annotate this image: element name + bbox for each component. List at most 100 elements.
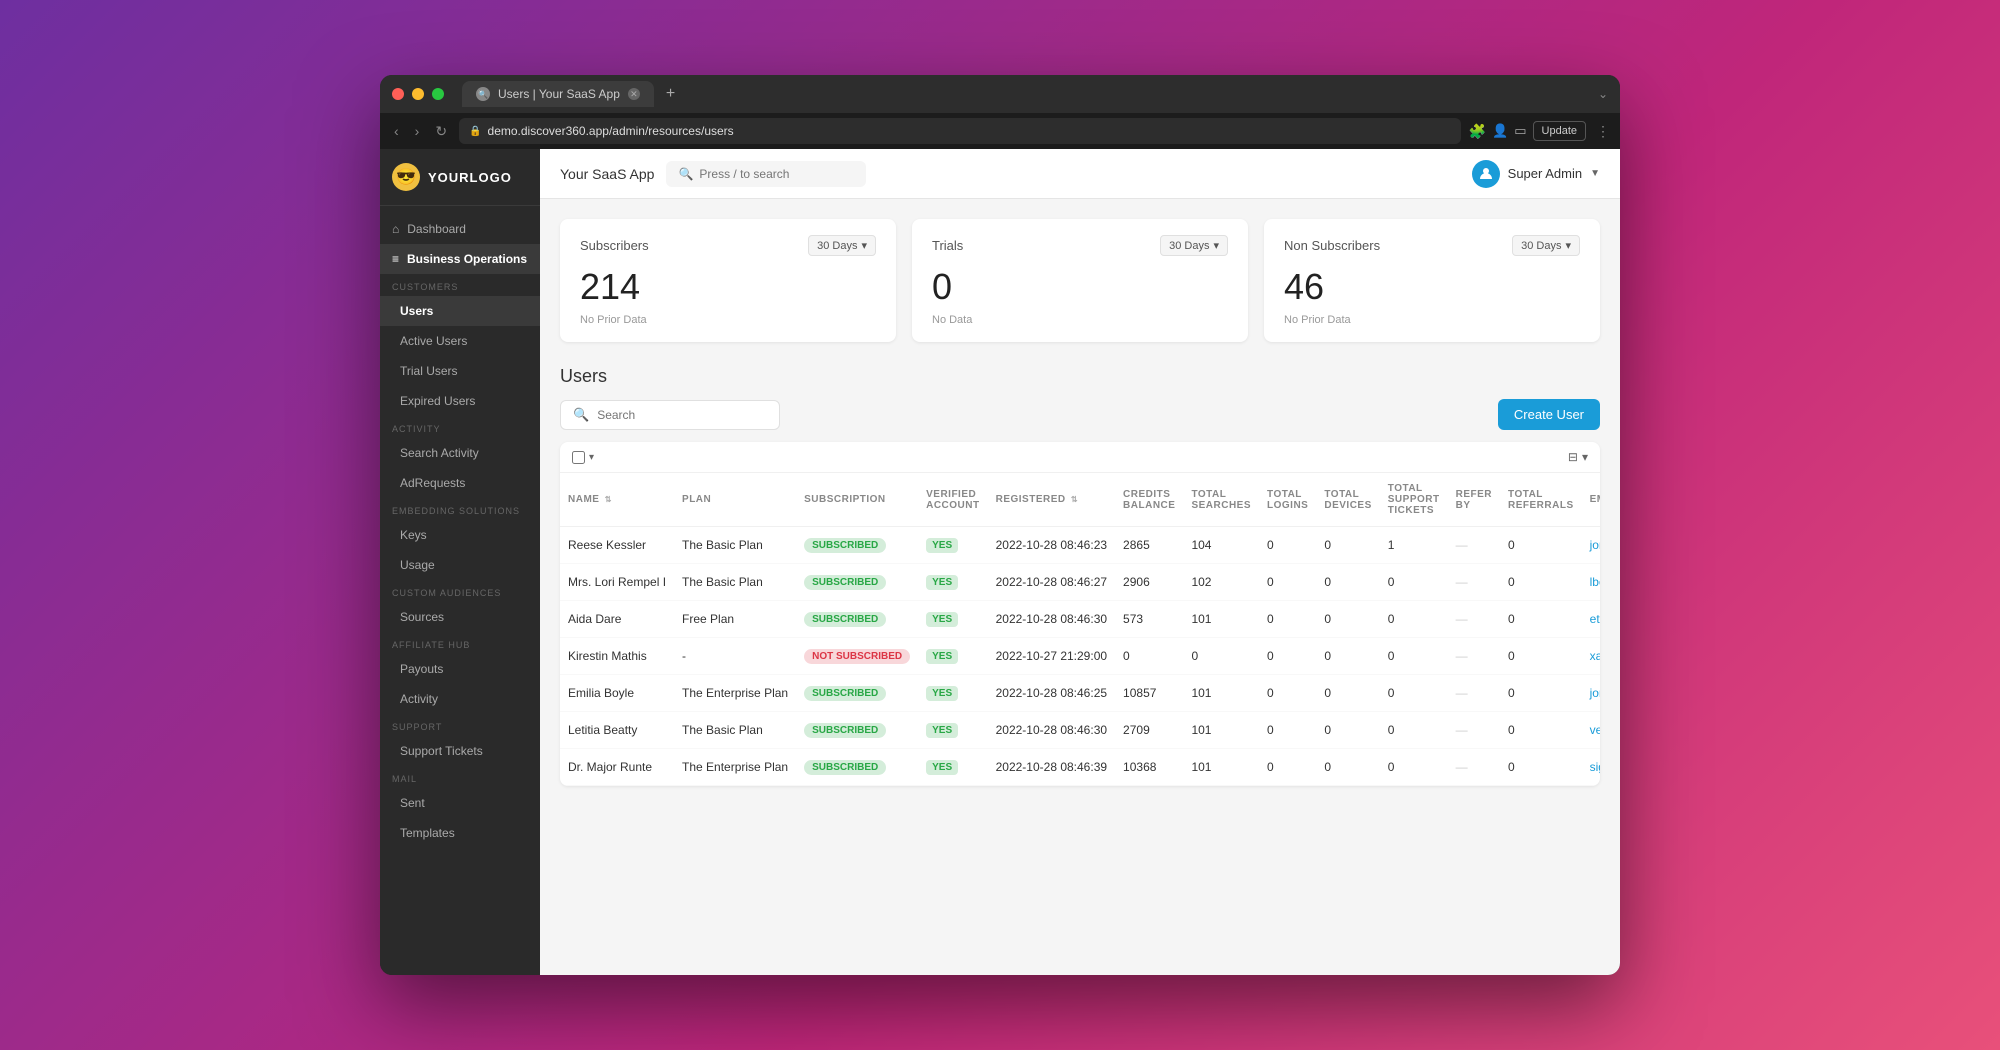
stat-subtitle: No Prior Data: [580, 314, 876, 326]
sidebar-item-business-ops[interactable]: ≡ Business Operations: [380, 244, 540, 274]
browser-menu[interactable]: ⌄: [1598, 87, 1608, 101]
tab-close-button[interactable]: ✕: [628, 88, 640, 100]
table-body: Reese Kessler The Basic Plan SUBSCRIBED …: [560, 527, 1600, 786]
select-all-checkbox-wrap[interactable]: ▾: [572, 451, 594, 464]
table-row[interactable]: Mrs. Lori Rempel I The Basic Plan SUBSCR…: [560, 564, 1600, 601]
topbar-search-box[interactable]: 🔍: [666, 161, 866, 187]
sidebar-item-sources[interactable]: Sources: [380, 602, 540, 632]
cell-registered: 2022-10-28 08:46:30: [988, 601, 1115, 638]
cell-tickets: 0: [1380, 638, 1448, 675]
cell-tickets: 0: [1380, 712, 1448, 749]
sidebar-item-label: Expired Users: [400, 394, 475, 408]
sidebar-item-payouts[interactable]: Payouts: [380, 654, 540, 684]
table-row[interactable]: Aida Dare Free Plan SUBSCRIBED YES 2022-…: [560, 601, 1600, 638]
sidebar-item-sent[interactable]: Sent: [380, 788, 540, 818]
subscription-badge: SUBSCRIBED: [804, 538, 886, 553]
col-header-registered[interactable]: REGISTERED ⇅: [988, 473, 1115, 527]
profile-icon[interactable]: 👤: [1492, 123, 1508, 139]
sidebar-item-activity[interactable]: Activity: [380, 684, 540, 714]
close-dot[interactable]: [392, 88, 404, 100]
sidebar-item-label: Support Tickets: [400, 744, 483, 758]
sidebar-item-users[interactable]: Users: [380, 296, 540, 326]
topbar-user-menu[interactable]: Super Admin ▼: [1472, 160, 1600, 188]
sidebar-logo: 😎 YOURLOGO: [380, 149, 540, 206]
table-row[interactable]: Emilia Boyle The Enterprise Plan SUBSCRI…: [560, 675, 1600, 712]
cell-credits: 2865: [1115, 527, 1183, 564]
address-bar[interactable]: 🔒 demo.discover360.app/admin/resources/u…: [459, 118, 1461, 144]
cell-subscription: SUBSCRIBED: [796, 675, 918, 712]
browser-tab[interactable]: 🔍 Users | Your SaaS App ✕: [462, 81, 654, 107]
cell-name: Mrs. Lori Rempel I: [560, 564, 674, 601]
cell-plan: The Basic Plan: [674, 564, 796, 601]
col-header-name[interactable]: NAME ⇅: [560, 473, 674, 527]
cell-credits: 2709: [1115, 712, 1183, 749]
sidebar-item-trial-users[interactable]: Trial Users: [380, 356, 540, 386]
topbar: Your SaaS App 🔍 Super Admin ▼: [540, 149, 1620, 199]
sidebar-item-search-activity[interactable]: Search Activity: [380, 438, 540, 468]
stat-period-dropdown[interactable]: 30 Days ▾: [1160, 235, 1228, 256]
lock-icon: 🔒: [469, 126, 481, 137]
cell-searches: 101: [1183, 601, 1259, 638]
cell-tickets: 0: [1380, 749, 1448, 786]
extensions-icon[interactable]: 🧩: [1469, 123, 1486, 140]
table-row[interactable]: Kirestin Mathis - NOT SUBSCRIBED YES 202…: [560, 638, 1600, 675]
browser-menu-icon[interactable]: ⋮: [1596, 123, 1610, 140]
cell-plan: The Basic Plan: [674, 527, 796, 564]
search-icon: 🔍: [573, 407, 589, 423]
cell-logins: 0: [1259, 527, 1316, 564]
table-row[interactable]: Letitia Beatty The Basic Plan SUBSCRIBED…: [560, 712, 1600, 749]
cell-plan: -: [674, 638, 796, 675]
cell-name: Letitia Beatty: [560, 712, 674, 749]
cell-subscription: SUBSCRIBED: [796, 564, 918, 601]
select-all-checkbox[interactable]: [572, 451, 585, 464]
verified-badge: YES: [926, 538, 958, 553]
sidebar-item-label: Trial Users: [400, 364, 458, 378]
forward-button[interactable]: ›: [411, 119, 424, 143]
stat-period-dropdown[interactable]: 30 Days ▾: [1512, 235, 1580, 256]
sidebar-icon[interactable]: ▭: [1514, 123, 1526, 139]
sidebar-item-label: Sent: [400, 796, 425, 810]
table-filter-button[interactable]: ⊟ ▾: [1568, 450, 1588, 464]
sidebar-item-usage[interactable]: Usage: [380, 550, 540, 580]
home-icon: ⌂: [392, 222, 399, 236]
maximize-dot[interactable]: [432, 88, 444, 100]
stat-card-trials: Trials 30 Days ▾ 0 No Data: [912, 219, 1248, 342]
cell-registered: 2022-10-28 08:46:39: [988, 749, 1115, 786]
sidebar-nav: ⌂ Dashboard ≡ Business Operations CUSTOM…: [380, 206, 540, 856]
reload-button[interactable]: ↻: [431, 119, 451, 144]
table-row[interactable]: Reese Kessler The Basic Plan SUBSCRIBED …: [560, 527, 1600, 564]
update-button[interactable]: Update: [1533, 121, 1586, 141]
col-header-referrals: TOTALREFERRALS: [1500, 473, 1582, 527]
stat-card-header: Trials 30 Days ▾: [932, 235, 1228, 256]
cell-logins: 0: [1259, 675, 1316, 712]
sidebar-item-keys[interactable]: Keys: [380, 520, 540, 550]
activity-section-label: ACTIVITY: [380, 416, 540, 438]
back-button[interactable]: ‹: [390, 119, 403, 143]
cell-registered: 2022-10-28 08:46:23: [988, 527, 1115, 564]
chevron-down-icon: ▾: [1565, 239, 1571, 252]
minimize-dot[interactable]: [412, 88, 424, 100]
table-search-box[interactable]: 🔍: [560, 400, 780, 430]
cell-refer: —: [1448, 749, 1500, 786]
create-user-button[interactable]: Create User: [1498, 399, 1600, 430]
sort-icon: ⇅: [1071, 495, 1078, 504]
cell-searches: 102: [1183, 564, 1259, 601]
table-search-input[interactable]: [597, 408, 767, 422]
new-tab-button[interactable]: +: [666, 85, 675, 103]
embedding-section-label: EMBEDDING SOLUTIONS: [380, 498, 540, 520]
table-row[interactable]: Dr. Major Runte The Enterprise Plan SUBS…: [560, 749, 1600, 786]
sidebar-item-active-users[interactable]: Active Users: [380, 326, 540, 356]
sidebar-item-adrequests[interactable]: AdRequests: [380, 468, 540, 498]
topbar-search-input[interactable]: [699, 167, 854, 181]
sidebar-item-support-tickets[interactable]: Support Tickets: [380, 736, 540, 766]
sidebar-item-label: Usage: [400, 558, 435, 572]
sidebar-item-expired-users[interactable]: Expired Users: [380, 386, 540, 416]
stat-period-dropdown[interactable]: 30 Days ▾: [808, 235, 876, 256]
col-header-email[interactable]: EMAIL ⇅: [1582, 473, 1600, 527]
stat-value: 214: [580, 266, 876, 308]
sidebar-item-dashboard[interactable]: ⌂ Dashboard: [380, 214, 540, 244]
checkbox-dropdown-icon[interactable]: ▾: [589, 452, 594, 463]
sidebar-item-templates[interactable]: Templates: [380, 818, 540, 848]
users-table: NAME ⇅ PLAN SUBSCRIPTION VERIFIEDACCOUNT…: [560, 473, 1600, 786]
sidebar-item-label: Payouts: [400, 662, 443, 676]
